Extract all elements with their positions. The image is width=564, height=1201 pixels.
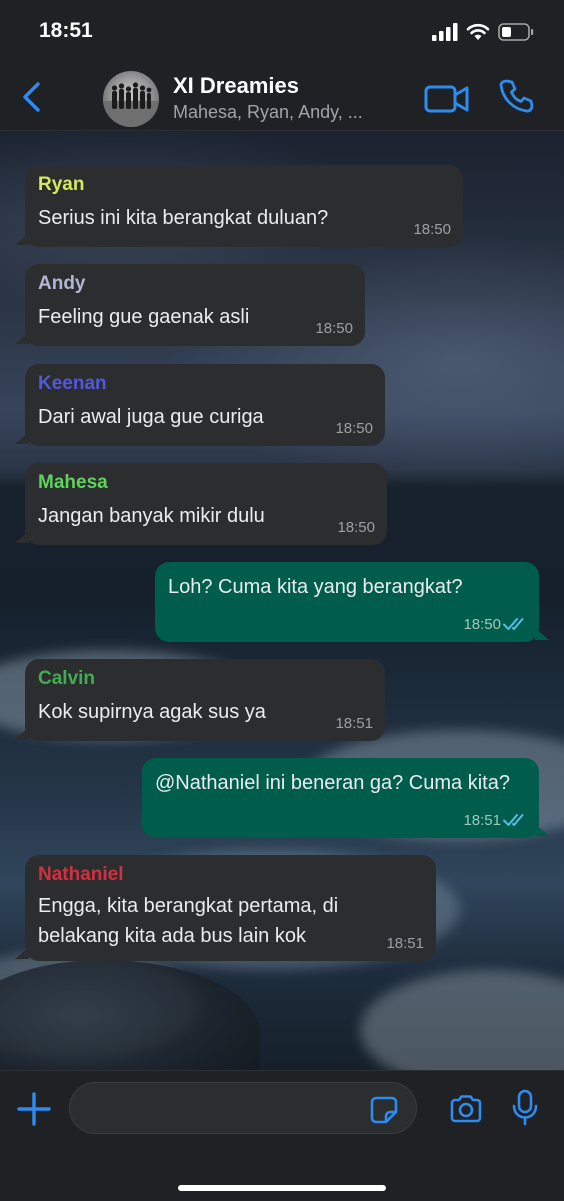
group-title[interactable]: XI Dreamies: [173, 73, 299, 99]
message-sender: Nathaniel: [38, 864, 124, 885]
home-indicator[interactable]: [178, 1185, 386, 1191]
composer-bar: [0, 1070, 564, 1201]
battery-icon: [498, 23, 534, 41]
message-bubble-incoming[interactable]: Andy Feeling gue gaenak asli 18:50: [15, 264, 365, 346]
read-receipt-icon: [503, 814, 524, 826]
message-input[interactable]: [69, 1082, 417, 1134]
message-time: 18:50: [335, 420, 373, 437]
group-avatar[interactable]: [103, 71, 159, 127]
read-receipt-icon: [503, 618, 524, 630]
message-bubble-outgoing[interactable]: Loh? Cuma kita yang berangkat? 18:50: [155, 562, 549, 642]
message-bubble-incoming[interactable]: Keenan Dari awal juga gue curiga 18:50: [15, 364, 385, 446]
chat-header: XI Dreamies Mahesa, Ryan, Andy, ...: [0, 62, 564, 131]
status-bar: 18:51: [0, 0, 564, 62]
message-sender: Mahesa: [38, 472, 108, 493]
message-text: Kok supirnya agak sus ya: [38, 701, 266, 723]
message-time: 18:50: [337, 519, 375, 536]
message-bubble-incoming[interactable]: Calvin Kok supirnya agak sus ya 18:51: [15, 659, 385, 741]
bubble-tail: [15, 332, 29, 344]
message-time: 18:51: [463, 812, 501, 829]
bubble-tail: [15, 233, 29, 245]
sticker-icon[interactable]: [370, 1096, 398, 1124]
plus-icon[interactable]: [16, 1091, 52, 1127]
message-text: Loh? Cuma kita yang berangkat?: [168, 576, 463, 598]
camera-icon[interactable]: [449, 1094, 483, 1124]
video-camera-icon[interactable]: [424, 84, 470, 114]
message-text: Dari awal juga gue curiga: [38, 406, 264, 428]
cellular-signal-icon: [432, 23, 458, 41]
message-time: 18:50: [315, 320, 353, 337]
bubble-tail: [15, 727, 29, 739]
message-text: Feeling gue gaenak asli: [38, 306, 250, 328]
bubble-tail: [15, 531, 29, 543]
message-time: 18:50: [463, 616, 501, 633]
message-bubble-outgoing[interactable]: @Nathaniel ini beneran ga? Cuma kita? 18…: [142, 758, 549, 838]
message-text: @Nathaniel ini beneran ga? Cuma kita?: [155, 772, 510, 794]
microphone-icon[interactable]: [512, 1089, 538, 1127]
message-text: Serius ini kita berangkat duluan?: [38, 207, 329, 229]
bubble-tail: [15, 947, 29, 959]
message-bubble-incoming[interactable]: Ryan Serius ini kita berangkat duluan? 1…: [15, 165, 463, 247]
message-sender: Calvin: [38, 668, 96, 689]
message-time: 18:51: [386, 935, 424, 952]
group-photo: [103, 82, 159, 127]
status-time: 18:51: [39, 19, 93, 42]
wallpaper-rock: [0, 960, 260, 1070]
bubble-tail: [535, 628, 549, 640]
phone-icon[interactable]: [498, 78, 534, 114]
chevron-left-icon[interactable]: [18, 80, 48, 114]
message-text: Jangan banyak mikir dulu: [38, 505, 265, 527]
wallpaper-wave: [360, 970, 564, 1070]
message-sender: Andy: [38, 273, 86, 294]
bubble-tail: [15, 432, 29, 444]
wifi-icon: [466, 23, 490, 40]
message-bubble-incoming[interactable]: Mahesa Jangan banyak mikir dulu 18:50: [15, 463, 387, 545]
bubble-tail: [535, 824, 549, 836]
group-members-subtitle[interactable]: Mahesa, Ryan, Andy, ...: [173, 102, 398, 123]
message-bubble-incoming[interactable]: Nathaniel Engga, kita berangkat pertama,…: [15, 855, 436, 961]
message-time: 18:51: [335, 715, 373, 732]
message-time: 18:50: [413, 221, 451, 238]
message-sender: Keenan: [38, 373, 107, 394]
message-text: Engga, kita berangkat pertama, di belaka…: [38, 895, 339, 947]
message-sender: Ryan: [38, 174, 85, 195]
status-icons: [432, 20, 534, 44]
